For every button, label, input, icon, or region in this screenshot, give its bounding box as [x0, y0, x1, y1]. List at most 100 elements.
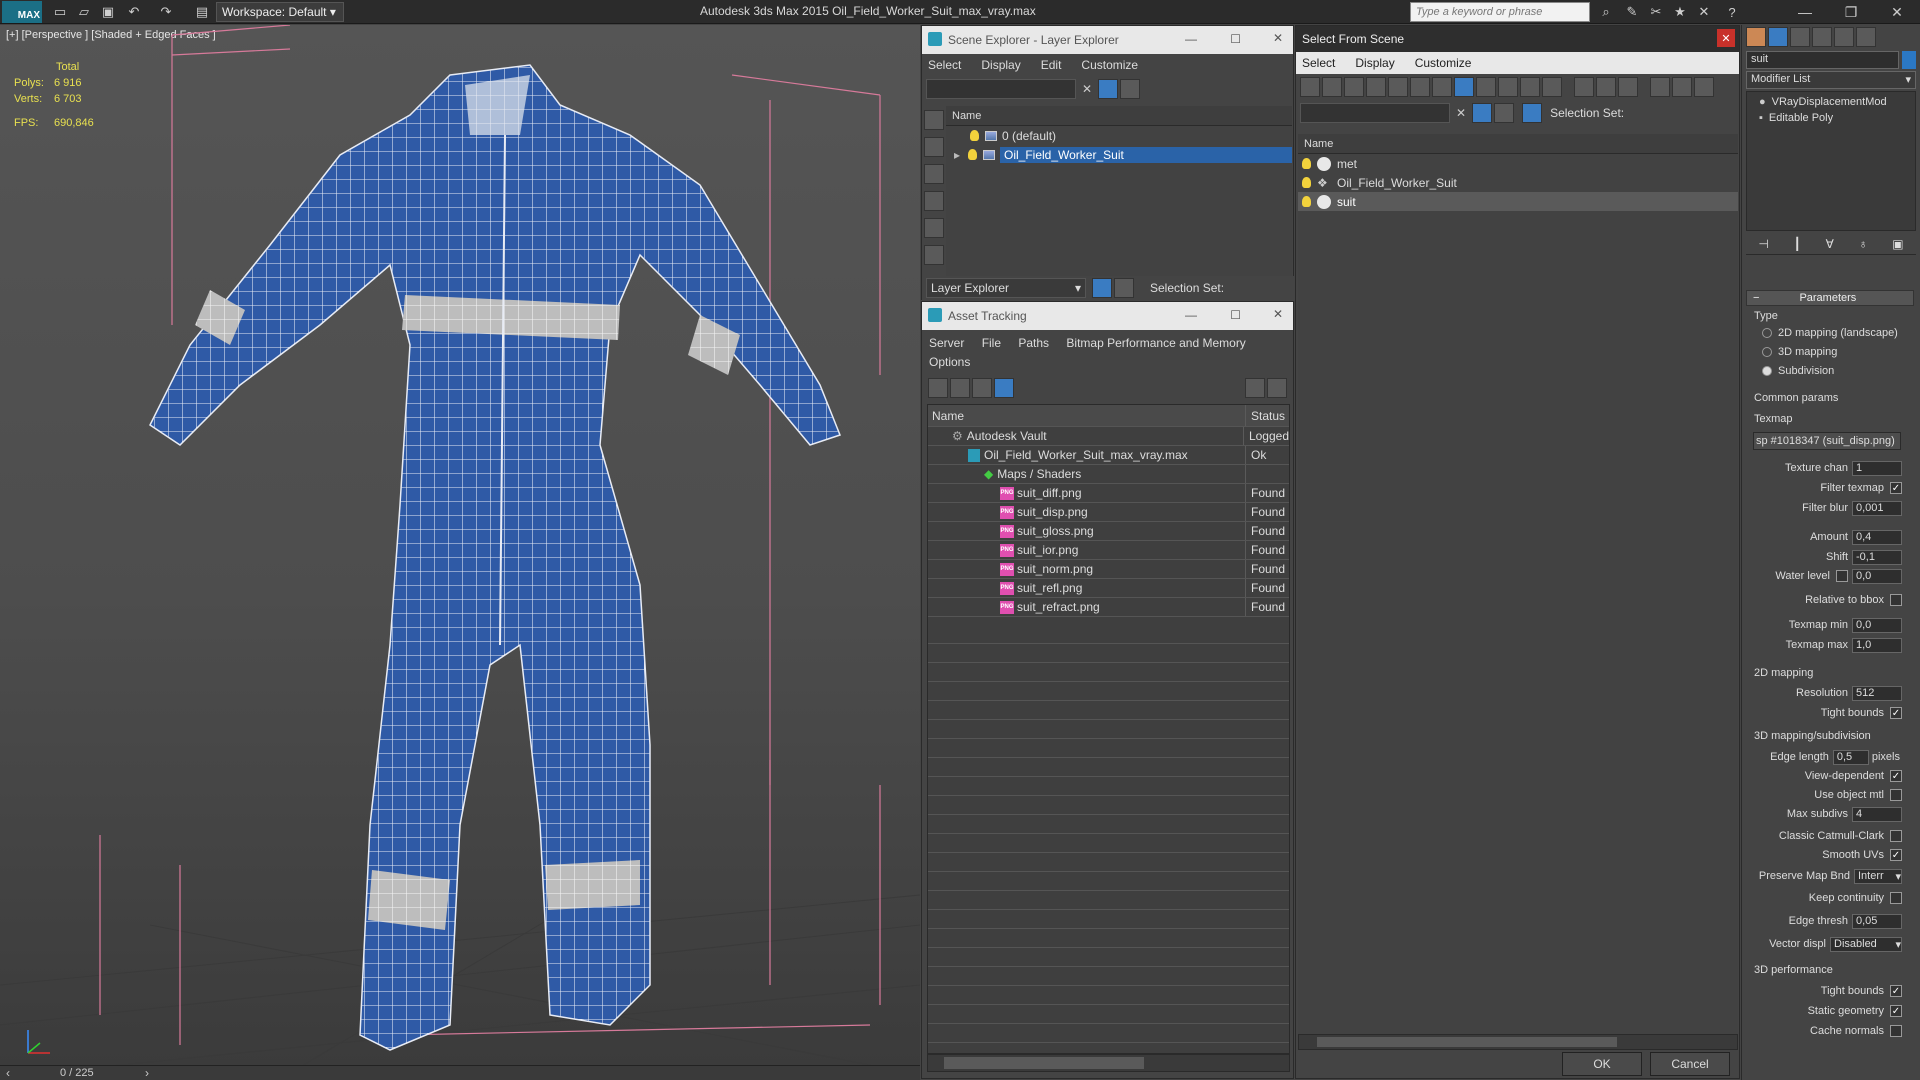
type-2d-mapping-option[interactable]: 2D mapping (landscape): [1762, 327, 1898, 339]
texmap-min-spinner[interactable]: 0,0: [1852, 617, 1902, 633]
sfs-filter-icon[interactable]: [1472, 103, 1493, 123]
edge-thresh-spinner[interactable]: 0,05: [1852, 913, 1902, 929]
modifier-list-dropdown[interactable]: Modifier List ▾: [1746, 71, 1916, 89]
hierarchy-tab-icon[interactable]: [1790, 27, 1810, 47]
asset-row-png[interactable]: PNG suit_refl.png Found: [928, 579, 1289, 598]
exchange-icon[interactable]: ✕: [1694, 2, 1714, 22]
at-close-button[interactable]: ✕: [1273, 307, 1283, 321]
refresh-icon[interactable]: [928, 378, 948, 398]
filter-bones-icon[interactable]: [1476, 77, 1496, 97]
asset-row-png[interactable]: PNG suit_refract.png Found: [928, 598, 1289, 617]
asset-row-vault[interactable]: ⚙ Autodesk Vault Logged: [928, 427, 1289, 446]
filter-geometry-icon[interactable]: [1300, 77, 1320, 97]
asset-row-png[interactable]: PNG suit_diff.png Found: [928, 484, 1289, 503]
asset-row-png[interactable]: PNG suit_ior.png Found: [928, 541, 1289, 560]
filter-groups-icon[interactable]: [1432, 77, 1452, 97]
workspace-dropdown[interactable]: Workspace: Default ▾: [216, 2, 344, 22]
motion-tab-icon[interactable]: [1812, 27, 1832, 47]
new-file-icon[interactable]: ▭: [50, 2, 70, 22]
texture-chan-spinner[interactable]: 1: [1852, 460, 1902, 476]
subscription-icon[interactable]: ✂: [1646, 2, 1666, 22]
sfs-column-name[interactable]: Name: [1298, 134, 1738, 154]
sfs-menu-select[interactable]: Select: [1302, 56, 1335, 70]
se-menu-customize[interactable]: Customize: [1081, 58, 1138, 72]
se-footer-layer-icon[interactable]: [1092, 278, 1112, 298]
utilities-tab-icon[interactable]: [1856, 27, 1876, 47]
select-invert-icon[interactable]: [1618, 77, 1638, 97]
scene-explorer-titlebar[interactable]: Scene Explorer - Layer Explorer — ☐ ✕: [922, 26, 1293, 54]
resolution-spinner[interactable]: 512: [1852, 685, 1902, 701]
classic-catmull-checkbox[interactable]: [1890, 830, 1902, 842]
asset-tracking-titlebar[interactable]: Asset Tracking — ☐ ✕: [922, 302, 1293, 330]
filter-blur-spinner[interactable]: 0,001: [1852, 500, 1902, 516]
use-object-mtl-checkbox[interactable]: [1890, 789, 1902, 801]
ok-button[interactable]: OK: [1562, 1052, 1642, 1076]
sfs-row-suit[interactable]: suit: [1298, 192, 1738, 211]
at-menu-paths[interactable]: Paths: [1018, 336, 1049, 350]
app-logo[interactable]: MAX: [2, 1, 42, 23]
parameters-rollout-header[interactable]: − Parameters: [1746, 290, 1914, 306]
asset-row-png[interactable]: PNG suit_norm.png Found: [928, 560, 1289, 579]
se-footer-hierarchy-icon[interactable]: [1114, 278, 1134, 298]
vector-displ-dropdown[interactable]: Disabled ▾: [1830, 936, 1902, 952]
filter-xrefs-icon[interactable]: [1454, 77, 1474, 97]
se-close-button[interactable]: ✕: [1273, 31, 1283, 45]
sfs-search-input[interactable]: [1300, 103, 1450, 123]
static-geometry-checkbox[interactable]: ✓: [1890, 1005, 1902, 1017]
type-3d-mapping-option[interactable]: 3D mapping: [1762, 346, 1837, 358]
funnel-icon[interactable]: [1650, 77, 1670, 97]
sfs-row-met[interactable]: met: [1298, 154, 1738, 173]
at-menu-server[interactable]: Server: [929, 336, 964, 350]
se-maximize-button[interactable]: ☐: [1230, 32, 1241, 46]
filter-cameras-icon[interactable]: [1366, 77, 1386, 97]
minimize-button[interactable]: —: [1782, 0, 1828, 24]
configure-sets-icon[interactable]: ▣: [1892, 237, 1903, 251]
stack-item-vraydisplacement[interactable]: ● VRayDisplacementMod: [1747, 96, 1915, 112]
texmap-max-spinner[interactable]: 1,0: [1852, 637, 1902, 653]
se-row-suit[interactable]: ▸ Oil_Field_Worker_Suit: [946, 145, 1292, 164]
se-side-icon-1[interactable]: [924, 110, 944, 130]
expand-arrow-icon[interactable]: ▸: [954, 148, 968, 162]
se-side-icon-3[interactable]: [924, 164, 944, 184]
at-scroll-thumb[interactable]: [944, 1057, 1144, 1069]
redo-icon[interactable]: ↷: [156, 2, 176, 22]
light-bulb-icon[interactable]: [968, 149, 977, 160]
at-menu-bitmap[interactable]: Bitmap Performance and Memory: [1066, 336, 1245, 350]
expand-icon[interactable]: ▪: [1759, 112, 1763, 124]
se-row-default[interactable]: 0 (default): [946, 126, 1292, 145]
object-color-swatch[interactable]: [1902, 51, 1916, 69]
texmap-button[interactable]: sp #1018347 (suit_disp.png): [1753, 432, 1901, 450]
asset-row-png[interactable]: PNG suit_gloss.png Found: [928, 522, 1289, 541]
perspective-viewport[interactable]: [+] [Perspective ] [Shaded + Edged Faces…: [0, 25, 920, 1067]
light-bulb-icon[interactable]: [1302, 158, 1311, 169]
filter-hidden-icon[interactable]: [1542, 77, 1562, 97]
select-all-icon[interactable]: [1574, 77, 1594, 97]
se-side-icon-6[interactable]: [924, 245, 944, 265]
pin-stack-icon[interactable]: ⊣: [1758, 237, 1768, 251]
filter-texmap-checkbox[interactable]: ✓: [1890, 482, 1902, 494]
cancel-button[interactable]: Cancel: [1650, 1052, 1730, 1076]
hierarchy-icon[interactable]: [1672, 77, 1692, 97]
detail-view-icon[interactable]: [972, 378, 992, 398]
stack-item-editable-poly[interactable]: ▪ Editable Poly: [1747, 112, 1915, 128]
at-maximize-button[interactable]: ☐: [1230, 308, 1241, 322]
at-minimize-button[interactable]: —: [1185, 308, 1197, 322]
favorites-icon[interactable]: ★: [1670, 2, 1690, 22]
se-mode-dropdown[interactable]: Layer Explorer ▾: [926, 278, 1086, 298]
filter-containers-icon[interactable]: [1498, 77, 1518, 97]
col-name[interactable]: Name: [928, 405, 1246, 426]
close-button[interactable]: ✕: [1874, 0, 1920, 24]
se-minimize-button[interactable]: —: [1185, 32, 1197, 46]
filter-shapes-icon[interactable]: [1322, 77, 1342, 97]
sfs-menu-display[interactable]: Display: [1355, 56, 1394, 70]
amount-spinner[interactable]: 0,4: [1852, 529, 1902, 545]
modify-tab-icon[interactable]: [1768, 27, 1788, 47]
remove-modifier-icon[interactable]: ♁: [1859, 237, 1868, 251]
light-bulb-icon[interactable]: [1302, 177, 1311, 188]
relative-bbox-checkbox[interactable]: [1890, 594, 1902, 606]
se-side-icon-5[interactable]: [924, 218, 944, 238]
se-filter-input[interactable]: [926, 79, 1076, 99]
se-filter-icon[interactable]: [1098, 79, 1119, 99]
sfs-titlebar[interactable]: Select From Scene ✕: [1296, 26, 1739, 52]
asset-row-maps[interactable]: ◆ Maps / Shaders: [928, 465, 1289, 484]
